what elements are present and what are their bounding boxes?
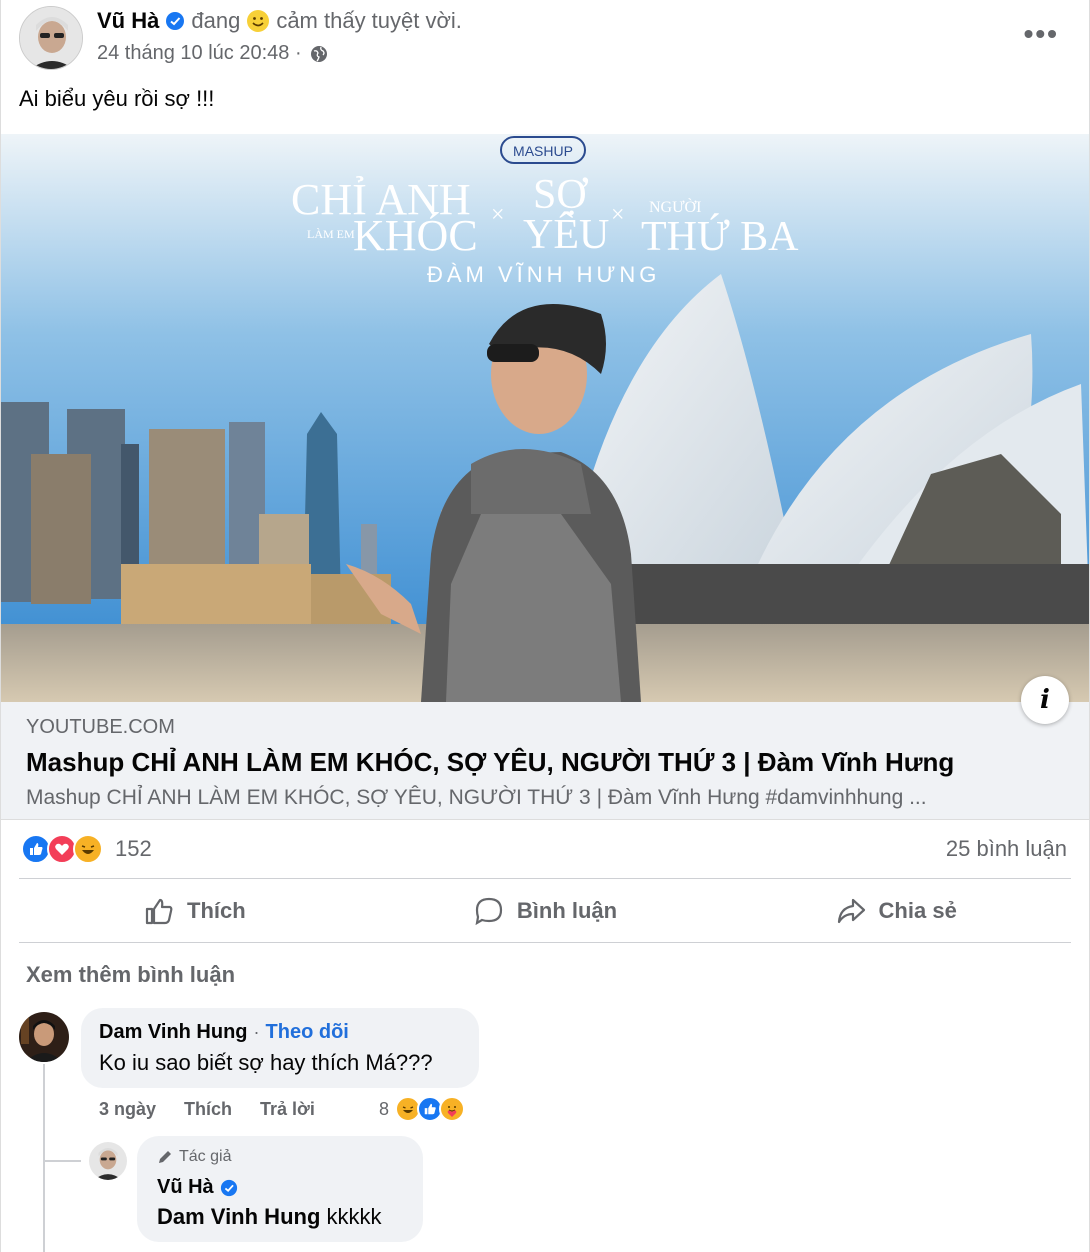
like-button[interactable]: Thích bbox=[19, 880, 370, 942]
divider-top bbox=[19, 878, 1071, 879]
link-title[interactable]: Mashup CHỈ ANH LÀM EM KHÓC, SỢ YÊU, NGƯỜ… bbox=[26, 747, 954, 778]
see-more-comments-link[interactable]: Xem thêm bình luận bbox=[26, 962, 235, 988]
title-separator-2: × bbox=[611, 202, 625, 228]
author-avatar[interactable] bbox=[19, 6, 83, 70]
reactions-summary[interactable]: 152 bbox=[21, 834, 152, 864]
comment-meta: 3 ngày Thích Trả lời bbox=[99, 1099, 315, 1120]
name-separator: · bbox=[253, 1022, 260, 1042]
haha-reaction-icon bbox=[73, 834, 103, 864]
facebook-post: Vũ Hà đang cảm thấy tuyệt vời. 24 tháng … bbox=[0, 0, 1090, 1252]
follow-link[interactable]: Theo dõi bbox=[266, 1021, 349, 1044]
link-description: Mashup CHỈ ANH LÀM EM KHÓC, SỢ YÊU, NGƯỜ… bbox=[26, 786, 927, 809]
comment-reactions[interactable]: 8 bbox=[379, 1096, 466, 1122]
reply-mention[interactable]: Dam Vinh Hung bbox=[157, 1204, 320, 1229]
comment-label: Bình luận bbox=[516, 898, 618, 923]
link-preview-image[interactable]: MASHUP CHỈ ANH LÀM EM KHÓC × SỢ YÊU × NG… bbox=[1, 134, 1089, 702]
verified-badge-icon bbox=[165, 11, 185, 31]
comment-time[interactable]: 3 ngày bbox=[99, 1099, 156, 1120]
reaction-count: 152 bbox=[115, 836, 152, 861]
thumbnail-illustration: MASHUP CHỈ ANH LÀM EM KHÓC × SỢ YÊU × NG… bbox=[1, 134, 1089, 702]
commenter-name[interactable]: Dam Vinh Hung bbox=[99, 1021, 248, 1044]
title-part2-line2: YÊU bbox=[523, 211, 609, 258]
smile-emoji-icon bbox=[246, 9, 270, 33]
post-text: Ai biểu yêu rồi sợ !!! bbox=[19, 86, 215, 111]
reply-author-name[interactable]: Vũ Hà bbox=[157, 1176, 214, 1199]
comment-count[interactable]: 25 bình luận bbox=[946, 836, 1067, 862]
globe-icon[interactable] bbox=[310, 45, 328, 63]
pencil-icon bbox=[159, 1151, 171, 1163]
comment-like-button[interactable]: Thích bbox=[184, 1099, 232, 1120]
verified-badge-icon bbox=[220, 1179, 237, 1196]
comment-icon bbox=[475, 897, 502, 926]
post-actions: Thích Bình luận Chia sẻ bbox=[19, 880, 1071, 942]
mashup-badge: MASHUP bbox=[513, 143, 573, 159]
link-preview-box[interactable]: YOUTUBE.COM Mashup CHỈ ANH LÀM EM KHÓC, … bbox=[1, 702, 1089, 820]
reply-body: kkkkk bbox=[320, 1204, 382, 1229]
more-options-button[interactable]: ••• bbox=[1024, 18, 1059, 50]
divider-bottom bbox=[19, 942, 1071, 943]
info-icon[interactable]: i bbox=[1021, 676, 1069, 724]
title-part1-end: KHÓC bbox=[353, 211, 478, 260]
commenter-avatar[interactable] bbox=[19, 1012, 69, 1062]
thumbs-up-icon bbox=[145, 898, 173, 925]
comment-button[interactable]: Bình luận bbox=[370, 880, 721, 942]
reply-author-avatar[interactable] bbox=[89, 1142, 127, 1180]
care-reaction-icon bbox=[439, 1096, 466, 1122]
link-domain: YOUTUBE.COM bbox=[26, 716, 175, 738]
author-line: Vũ Hà đang cảm thấy tuyệt vời. bbox=[97, 8, 462, 34]
author-badge: Tác giả bbox=[157, 1148, 231, 1166]
title-part1-small: LÀM EM bbox=[307, 227, 355, 241]
comment-text: Ko iu sao biết sợ hay thích Má??? bbox=[99, 1050, 433, 1075]
feeling-text: cảm thấy tuyệt vời. bbox=[276, 8, 462, 33]
comment-reply-button[interactable]: Trả lời bbox=[260, 1099, 315, 1120]
share-button[interactable]: Chia sẻ bbox=[720, 880, 1071, 942]
artist-name: ĐÀM VĨNH HƯNG bbox=[427, 262, 660, 287]
comment-reaction-count: 8 bbox=[379, 1098, 390, 1119]
post-timestamp[interactable]: 24 tháng 10 lúc 20:48 · bbox=[97, 42, 302, 65]
thread-line bbox=[43, 1064, 45, 1252]
author-badge-label: Tác giả bbox=[179, 1148, 232, 1165]
thread-line-branch bbox=[43, 1160, 81, 1162]
like-label: Thích bbox=[187, 898, 246, 923]
feeling-prefix: đang bbox=[191, 8, 241, 33]
share-icon bbox=[837, 898, 865, 924]
title-part3-big: THỨ BA bbox=[641, 213, 799, 260]
title-separator-1: × bbox=[491, 202, 505, 228]
post-meta: 24 tháng 10 lúc 20:48 · bbox=[97, 42, 328, 65]
reply-bubble: Tác giả Vũ Hà Dam Vinh Hung kkkkk bbox=[137, 1136, 423, 1242]
reply-text: Dam Vinh Hung kkkkk bbox=[157, 1204, 382, 1230]
author-name[interactable]: Vũ Hà bbox=[97, 8, 159, 34]
comment-bubble: Dam Vinh Hung · Theo dõi Ko iu sao biết … bbox=[81, 1008, 479, 1088]
share-label: Chia sẻ bbox=[878, 898, 957, 923]
